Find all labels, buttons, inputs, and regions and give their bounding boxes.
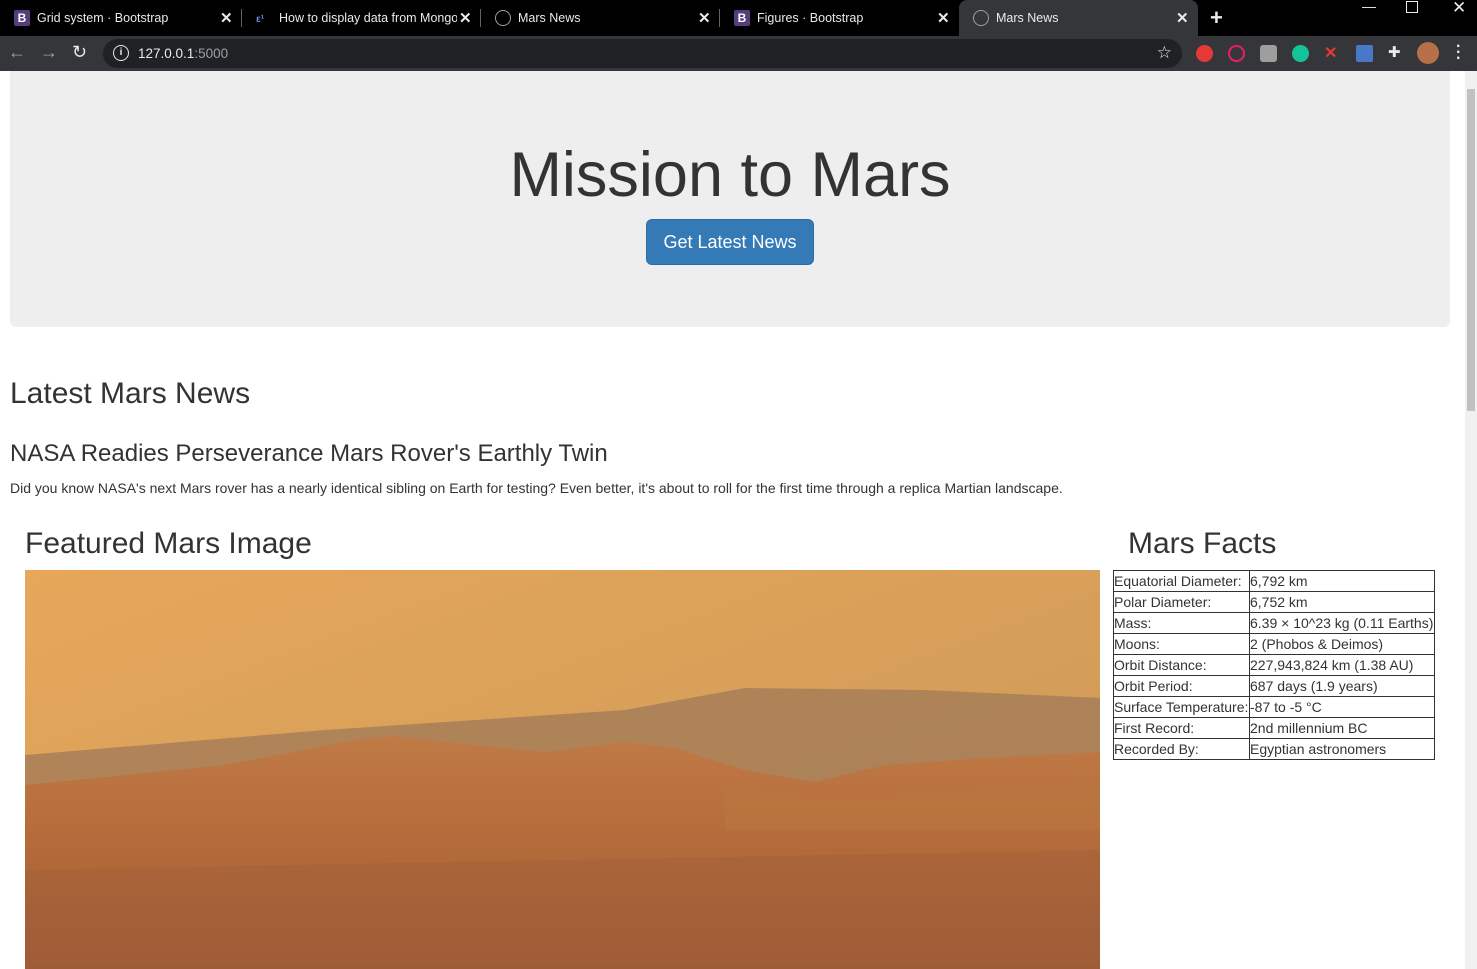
svg-text:ε¹: ε¹ (256, 14, 265, 25)
fact-value: Egyptian astronomers (1249, 738, 1435, 760)
jumbotron: Mission to Mars Get Latest News (10, 71, 1450, 327)
fact-value: 2nd millennium BC (1249, 717, 1435, 739)
fact-label: Mass: (1113, 612, 1250, 634)
back-icon[interactable]: ← (8, 42, 26, 63)
cross-extension-icon[interactable]: ✕ (1324, 43, 1341, 62)
page-scrollbar[interactable] (1465, 71, 1477, 969)
fact-value: 227,943,824 km (1.38 AU) (1249, 654, 1435, 676)
fact-value: 6.39 × 10^23 kg (0.11 Earths) (1249, 612, 1435, 634)
tab-title: Grid system · Bootstrap (37, 11, 169, 25)
tab-strip: B Grid system · Bootstrap ✕ ε¹ How to di… (0, 0, 1477, 36)
tab-title: Mars News (518, 11, 581, 25)
new-tab-icon[interactable]: + (1210, 5, 1223, 31)
docs-extension-icon[interactable] (1356, 45, 1373, 62)
news-title: NASA Readies Perseverance Mars Rover's E… (10, 440, 608, 467)
fact-label: Orbit Distance: (1113, 654, 1250, 676)
address-bar[interactable]: i 127.0.0.1:5000 ☆ (103, 39, 1182, 68)
close-icon[interactable]: ✕ (459, 9, 472, 27)
fact-value: 2 (Phobos & Deimos) (1249, 633, 1435, 655)
reader-extension-icon[interactable] (1260, 45, 1277, 62)
menu-dots-icon[interactable]: · · · (1456, 39, 1461, 67)
close-icon[interactable]: ✕ (937, 9, 950, 27)
minimize-icon[interactable]: — (1362, 0, 1376, 14)
mars-facts-table: Equatorial Diameter: 6,792 km Polar Diame… (1113, 570, 1435, 760)
close-icon[interactable]: ✕ (698, 9, 711, 27)
featured-mars-image (25, 570, 1100, 969)
news-paragraph: Did you know NASA's next Mars rover has … (10, 480, 1063, 496)
fact-label: Recorded By: (1113, 738, 1250, 760)
bootstrap-icon: B (14, 10, 30, 26)
media-extension-icon[interactable] (1228, 45, 1245, 62)
close-window-icon[interactable]: ✕ (1452, 0, 1466, 18)
table-row: Polar Diameter: 6,752 km (1113, 591, 1435, 613)
site-icon: ε¹ (256, 14, 265, 25)
puzzle-extensions-icon[interactable]: ✚ (1388, 43, 1405, 61)
tab-mars-news[interactable]: Mars News ✕ (481, 0, 720, 36)
browser-toolbar: ← → ↻ i 127.0.0.1:5000 ☆ ✕ ✚ · · · (0, 36, 1477, 71)
fact-value: 6,752 km (1249, 591, 1435, 613)
fact-label: Polar Diameter: (1113, 591, 1250, 613)
facts-heading: Mars Facts (1128, 527, 1277, 560)
tab-mongo[interactable]: ε¹ How to display data from Mongo ✕ (242, 0, 481, 36)
table-row: Moons: 2 (Phobos & Deimos) (1113, 633, 1435, 655)
fact-label: First Record: (1113, 717, 1250, 739)
reload-icon[interactable]: ↻ (72, 42, 87, 63)
fact-value: -87 to -5 °C (1249, 696, 1435, 718)
adblock-extension-icon[interactable] (1196, 45, 1213, 62)
table-row: First Record: 2nd millennium BC (1113, 717, 1435, 739)
bootstrap-icon: B (734, 10, 750, 26)
table-row: Surface Temperature: -87 to -5 °C (1113, 696, 1435, 718)
close-icon[interactable]: ✕ (1176, 9, 1189, 27)
avatar[interactable] (1417, 42, 1439, 64)
page-viewport: Mission to Mars Get Latest News Latest M… (0, 71, 1465, 969)
fact-value: 687 days (1.9 years) (1249, 675, 1435, 697)
close-icon[interactable]: ✕ (220, 9, 233, 27)
fact-value: 6,792 km (1249, 570, 1435, 592)
table-row: Equatorial Diameter: 6,792 km (1113, 570, 1435, 592)
url-text[interactable]: 127.0.0.1:5000 (138, 46, 228, 61)
scrollbar-thumb[interactable] (1467, 89, 1475, 411)
grammarly-extension-icon[interactable] (1292, 45, 1309, 62)
tab-figures[interactable]: B Figures · Bootstrap ✕ (720, 0, 959, 36)
page-title: Mission to Mars (509, 140, 951, 210)
tab-grid-system[interactable]: B Grid system · Bootstrap ✕ (0, 0, 242, 36)
fact-label: Moons: (1113, 633, 1250, 655)
table-row: Orbit Period: 687 days (1.9 years) (1113, 675, 1435, 697)
url-port: :5000 (194, 46, 229, 61)
table-row: Orbit Distance: 227,943,824 km (1.38 AU) (1113, 654, 1435, 676)
fact-label: Orbit Period: (1113, 675, 1250, 697)
info-icon[interactable]: i (113, 45, 129, 61)
news-heading: Latest Mars News (10, 377, 251, 410)
fact-label: Surface Temperature: (1113, 696, 1250, 718)
featured-image-heading: Featured Mars Image (25, 527, 312, 560)
url-host: 127.0.0.1 (138, 46, 195, 61)
table-row: Mass: 6.39 × 10^23 kg (0.11 Earths) (1113, 612, 1435, 634)
maximize-icon[interactable] (1406, 1, 1418, 13)
tab-title: How to display data from Mongo (279, 11, 457, 25)
bookmark-star-icon[interactable]: ☆ (1157, 43, 1172, 63)
tab-title: Mars News (996, 11, 1059, 25)
tab-mars-news-active[interactable]: Mars News ✕ (959, 0, 1198, 36)
forward-icon[interactable]: → (40, 42, 58, 63)
fact-label: Equatorial Diameter: (1113, 570, 1250, 592)
table-row: Recorded By: Egyptian astronomers (1113, 738, 1435, 760)
get-latest-news-button[interactable]: Get Latest News (646, 219, 814, 265)
tab-title: Figures · Bootstrap (757, 11, 864, 25)
globe-icon (973, 10, 989, 26)
globe-icon (495, 10, 511, 26)
